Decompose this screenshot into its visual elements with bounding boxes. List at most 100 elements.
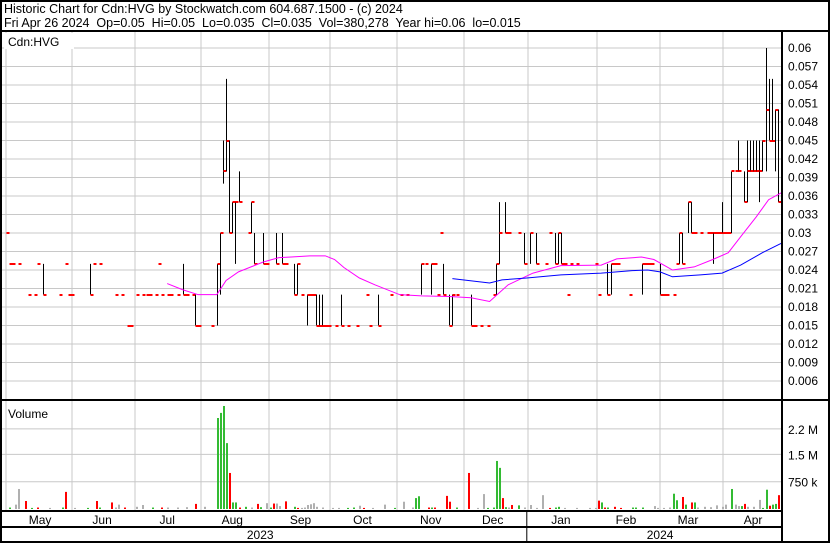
volume-bar: [313, 503, 315, 509]
volume-bar: [332, 507, 334, 509]
price-close-tick: [68, 294, 72, 296]
price-close-tick: [378, 325, 382, 327]
volume-bar: [301, 507, 303, 509]
volume-bar: [279, 506, 281, 509]
volume-bar: [542, 495, 544, 509]
volume-bar: [769, 505, 771, 509]
price-tick-label: 0.042: [788, 152, 818, 166]
volume-tick-label: 750 k: [788, 476, 818, 490]
month-label: Mar: [678, 513, 699, 527]
month-label: Dec: [482, 513, 503, 527]
volume-bar: [186, 507, 188, 509]
volume-bar: [642, 507, 644, 509]
volume-bar: [297, 507, 299, 509]
year-label: 2024: [647, 528, 674, 542]
price-close-tick: [576, 263, 580, 265]
volume-bar: [276, 503, 278, 509]
price-close-tick: [6, 232, 10, 234]
price-close-tick: [12, 263, 16, 265]
volume-bar: [353, 507, 355, 509]
volume-bar: [456, 507, 458, 509]
price-close-tick: [149, 294, 153, 296]
price-tick-label: 0.051: [788, 97, 818, 111]
volume-bar: [195, 503, 197, 509]
volume-bar: [620, 507, 622, 509]
volume-bar: [766, 489, 768, 509]
price-close-tick: [142, 294, 146, 296]
price-tick-label: 0.033: [788, 208, 818, 222]
price-close-tick: [325, 325, 329, 327]
volume-bar: [772, 504, 774, 509]
volume-bar: [738, 506, 740, 509]
price-close-tick: [694, 232, 698, 234]
month-label: Feb: [616, 513, 637, 527]
price-close-tick: [421, 263, 425, 265]
volume-bar: [372, 507, 374, 509]
volume-bar: [99, 507, 101, 509]
volume-bar: [691, 502, 693, 509]
quote-summary: Fri Apr 26 2024 Op=0.05 Hi=0.05 Lo=0.035…: [4, 16, 521, 30]
volume-bar: [682, 496, 684, 509]
price-close-tick: [648, 263, 652, 265]
price-close-tick: [136, 294, 140, 296]
price-close-tick: [335, 325, 339, 327]
volume-tick-label: 1.5 M: [788, 448, 818, 462]
price-close-tick: [235, 201, 239, 203]
volume-bar: [294, 506, 296, 509]
volume-bar: [142, 504, 144, 509]
price-close-tick: [434, 263, 438, 265]
volume-bar: [722, 506, 724, 509]
price-close-tick: [99, 263, 103, 265]
volume-bar: [229, 472, 231, 509]
volume-bar: [493, 507, 495, 509]
volume-label: Volume: [8, 407, 48, 421]
price-close-tick: [731, 170, 735, 172]
volume-bar: [654, 506, 656, 509]
volume-tick-label: 2.2 M: [788, 423, 818, 437]
price-close-tick: [738, 170, 742, 172]
price-close-tick: [65, 263, 69, 265]
month-label: Apr: [744, 513, 763, 527]
volume-bar: [428, 507, 430, 509]
price-close-tick: [239, 201, 243, 203]
month-label: Jun: [92, 513, 111, 527]
volume-bar: [775, 503, 777, 509]
price-close-tick: [536, 263, 540, 265]
price-tick-label: 0.06: [788, 41, 812, 55]
price-close-tick: [614, 263, 618, 265]
volume-bar: [685, 504, 687, 509]
volume-bar: [384, 504, 386, 509]
price-close-tick: [251, 201, 255, 203]
volume-bar: [499, 467, 501, 509]
volume-bar: [217, 418, 219, 509]
volume-bar: [31, 507, 33, 509]
price-close-tick: [9, 263, 13, 265]
price-close-tick: [198, 325, 202, 327]
price-close-tick: [297, 263, 301, 265]
volume-bar: [669, 507, 671, 509]
price-close-tick: [177, 294, 181, 296]
price-close-tick: [518, 232, 522, 234]
price-tick-label: 0.024: [788, 263, 818, 277]
price-close-tick: [567, 294, 571, 296]
price-close-tick: [611, 263, 615, 265]
volume-bar: [204, 506, 206, 509]
price-close-tick: [167, 294, 171, 296]
price-tick-label: 0.027: [788, 245, 818, 259]
volume-bar: [576, 507, 578, 509]
volume-bar: [74, 507, 76, 509]
volume-bar: [152, 507, 154, 509]
price-close-tick: [713, 232, 717, 234]
price-tick-label: 0.048: [788, 115, 818, 129]
price-close-tick: [666, 294, 670, 296]
volume-bar: [266, 503, 268, 509]
price-close-tick: [28, 294, 32, 296]
symbol-label: Cdn:HVG: [8, 35, 59, 49]
price-close-tick: [452, 294, 456, 296]
price-close-tick: [431, 263, 435, 265]
price-close-tick: [716, 232, 720, 234]
price-tick-label: 0.018: [788, 300, 818, 314]
volume-bar: [505, 507, 507, 509]
price-close-tick: [505, 232, 509, 234]
price-close-tick: [93, 263, 97, 265]
